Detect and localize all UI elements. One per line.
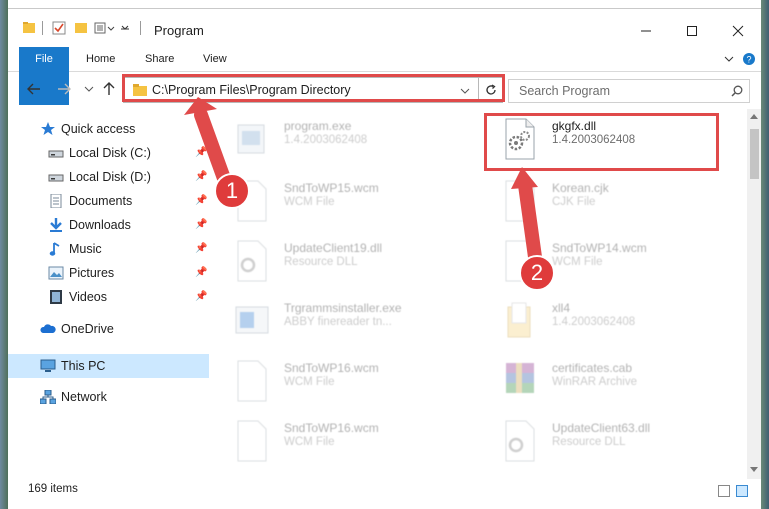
arrow-1 — [194, 108, 233, 191]
arrow-2-head — [511, 167, 538, 189]
explorer-window: Program File Home Share View ? C:\Progra… — [8, 8, 761, 509]
step-1-badge: 1 — [214, 173, 250, 209]
arrow-2 — [518, 178, 542, 264]
annotation-arrows — [184, 97, 542, 264]
step-2-badge: 2 — [519, 255, 555, 291]
